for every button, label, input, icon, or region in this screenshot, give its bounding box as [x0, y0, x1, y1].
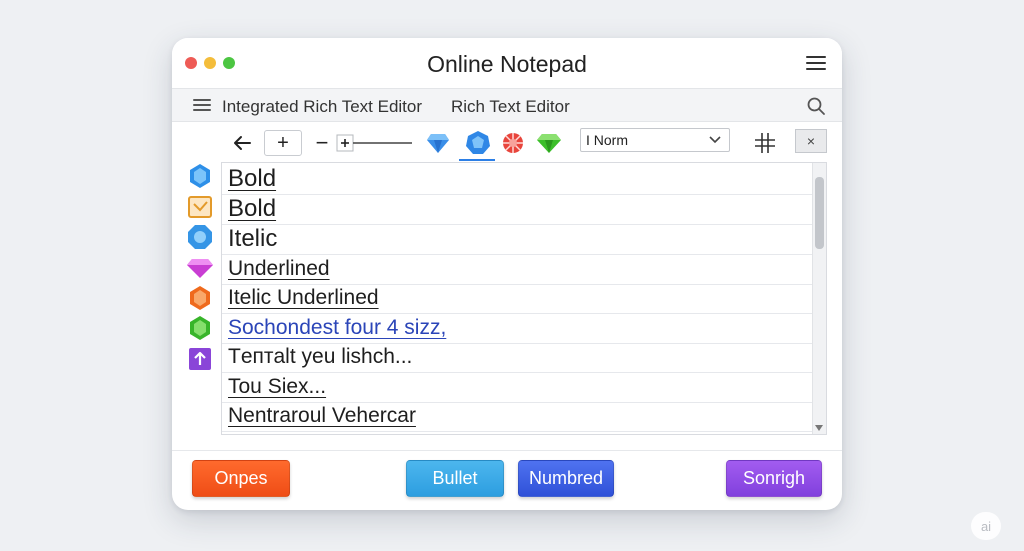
window-title: Online Notepad: [427, 51, 587, 77]
green-diamond-icon[interactable]: [535, 130, 563, 156]
ai-badge: ai: [971, 512, 1001, 540]
close-icon[interactable]: ×: [795, 129, 827, 153]
active-indicator: [459, 159, 495, 161]
slider-icon[interactable]: [336, 130, 414, 156]
notepad-window: Online Notepad Integrated Rich Text Edit…: [172, 38, 842, 510]
tab-integrated-rich-text-editor[interactable]: Integrated Rich Text Editor: [222, 97, 422, 117]
blue-hexagon-icon[interactable]: [184, 162, 216, 190]
tab-rich-text-editor[interactable]: Rich Text Editor: [451, 97, 570, 117]
numbered-list-button[interactable]: Numbred: [518, 460, 614, 497]
orange-hexagon-icon[interactable]: [184, 284, 216, 312]
editor-line[interactable]: Underlined: [222, 255, 812, 285]
search-button[interactable]: Sonrigh: [726, 460, 822, 497]
blue-diamond-icon[interactable]: [424, 130, 452, 156]
check-box-icon[interactable]: [184, 193, 216, 221]
scroll-down-icon[interactable]: [815, 425, 823, 431]
paragraph-style-select[interactable]: I Norm: [580, 128, 730, 152]
action-bar: Onpes Bullet Numbred Sonrigh: [172, 450, 842, 510]
decrease-size-button[interactable]: −: [312, 130, 332, 156]
increase-size-button[interactable]: +: [264, 130, 302, 156]
options-button[interactable]: Onpes: [192, 460, 290, 497]
editor-tab-bar: Integrated Rich Text Editor Rich Text Ed…: [172, 88, 842, 122]
menu-icon[interactable]: [806, 55, 826, 71]
text-editor[interactable]: Bold Bold Itelic Underlined Itelic Under…: [221, 162, 827, 435]
upload-arrow-icon[interactable]: [184, 345, 216, 373]
editor-line[interactable]: Nentraroul Vehercar: [222, 402, 812, 432]
editor-line-link[interactable]: Sochondest four 4 sizz,: [222, 314, 812, 344]
editor-line[interactable]: Tептalt yeu lishch...: [222, 343, 812, 373]
editor-line[interactable]: Itelic: [222, 225, 812, 255]
sidebar-toggle-icon[interactable]: [193, 99, 211, 112]
title-bar: Online Notepad: [172, 38, 842, 88]
paragraph-style-value: I Norm: [586, 132, 628, 148]
bullet-list-button[interactable]: Bullet: [406, 460, 504, 497]
pink-diamond-icon[interactable]: [184, 254, 216, 282]
blue-gem-icon[interactable]: [460, 130, 496, 156]
green-hexagon-icon[interactable]: [184, 314, 216, 342]
red-orb-icon[interactable]: [499, 130, 527, 156]
editor-line[interactable]: Bold: [222, 165, 812, 195]
arrow-left-icon[interactable]: [230, 130, 254, 156]
formatting-toolbar: + − I Norm ×: [172, 123, 842, 163]
table-icon[interactable]: [752, 130, 778, 156]
chevron-down-icon: [709, 136, 721, 144]
editor-line[interactable]: Itelic Underlined: [222, 284, 812, 314]
editor-line[interactable]: Tou Siex...: [222, 373, 812, 403]
editor-line[interactable]: Bold: [222, 195, 812, 225]
search-icon[interactable]: [806, 96, 826, 116]
scrollbar-thumb[interactable]: [815, 177, 824, 249]
blue-octagon-icon[interactable]: [184, 223, 216, 251]
